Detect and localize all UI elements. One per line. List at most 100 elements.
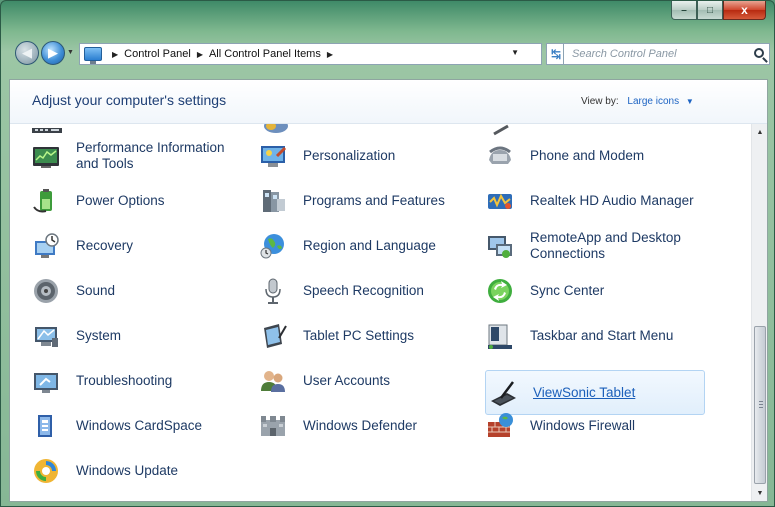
programs-icon bbox=[259, 187, 287, 215]
item-label[interactable]: Sound bbox=[76, 283, 115, 299]
view-by-label: View by: bbox=[581, 96, 619, 107]
taskbar-icon bbox=[486, 322, 514, 350]
address-dropdown-icon[interactable]: ▼ bbox=[511, 48, 519, 57]
item-label[interactable]: Realtek HD Audio Manager bbox=[530, 193, 694, 209]
item-label[interactable]: Troubleshooting bbox=[76, 373, 172, 389]
item-phone-and-modem[interactable]: Phone and Modem bbox=[468, 136, 708, 176]
breadcrumb-separator-icon[interactable]: ▶ bbox=[112, 50, 118, 59]
search-placeholder: Search Control Panel bbox=[572, 48, 677, 60]
item-windows-update[interactable]: Windows Update bbox=[14, 451, 244, 491]
caption-buttons: – □ x bbox=[671, 1, 766, 20]
item-label[interactable]: RemoteApp and Desktop Connections bbox=[530, 230, 708, 262]
troubleshooting-icon bbox=[32, 367, 60, 395]
item-label[interactable]: Phone and Modem bbox=[530, 148, 644, 164]
defender-icon bbox=[259, 412, 287, 440]
item-programs-and-features[interactable]: Programs and Features bbox=[241, 181, 471, 221]
window-frame: – □ x ◀ ▶ ▼ ▶ Control Panel ▶ All Contro… bbox=[0, 0, 775, 507]
scroll-up-arrow-icon[interactable]: ▲ bbox=[752, 124, 768, 140]
forward-button[interactable]: ▶ bbox=[41, 41, 65, 65]
view-by-dropdown[interactable]: Large icons bbox=[627, 96, 679, 107]
item-system[interactable]: System bbox=[14, 316, 244, 356]
search-input[interactable]: Search Control Panel bbox=[563, 43, 770, 65]
item-windows-cardspace[interactable]: Windows CardSpace bbox=[14, 406, 244, 446]
item-user-accounts[interactable]: User Accounts bbox=[241, 361, 471, 401]
remoteapp-icon bbox=[486, 232, 514, 260]
control-panel-icon bbox=[84, 47, 102, 64]
item-label[interactable]: Taskbar and Start Menu bbox=[530, 328, 673, 344]
item-sound[interactable]: Sound bbox=[14, 271, 244, 311]
sync-icon bbox=[486, 277, 514, 305]
item-personalization[interactable]: Personalization bbox=[241, 136, 471, 176]
view-by: View by: Large icons ▼ bbox=[581, 96, 694, 107]
item-windows-defender[interactable]: Windows Defender bbox=[241, 406, 471, 446]
item-remoteapp-and-desktop-connections[interactable]: RemoteApp and Desktop Connections bbox=[468, 226, 708, 266]
item-tablet-pc-settings[interactable]: Tablet PC Settings bbox=[241, 316, 471, 356]
minimize-button[interactable]: – bbox=[671, 1, 697, 20]
item-label[interactable]: Tablet PC Settings bbox=[303, 328, 414, 344]
item-label[interactable]: Windows Firewall bbox=[530, 418, 635, 434]
item-label[interactable]: Power Options bbox=[76, 193, 165, 209]
microphone-icon bbox=[259, 277, 287, 305]
item-label[interactable]: Recovery bbox=[76, 238, 133, 254]
breadcrumb-all-items[interactable]: All Control Panel Items bbox=[209, 48, 321, 60]
close-button[interactable]: x bbox=[723, 1, 766, 20]
users-icon bbox=[259, 367, 287, 395]
address-bar[interactable]: ▶ Control Panel ▶ All Control Panel Item… bbox=[79, 43, 542, 65]
item-taskbar-and-start-menu[interactable]: Taskbar and Start Menu bbox=[468, 316, 708, 356]
speaker-icon bbox=[32, 277, 60, 305]
item-label[interactable]: ViewSonic Tablet bbox=[533, 385, 635, 401]
item-label[interactable]: Windows Defender bbox=[303, 418, 417, 434]
back-arrow-icon: ◀ bbox=[22, 45, 32, 60]
partial-item-icon bbox=[488, 124, 518, 136]
phone-icon bbox=[486, 142, 514, 170]
content-pane: Adjust your computer's settings View by:… bbox=[9, 79, 768, 502]
pen-tablet-icon bbox=[489, 379, 517, 407]
page-title: Adjust your computer's settings bbox=[32, 92, 227, 108]
firewall-icon bbox=[486, 412, 514, 440]
item-label[interactable]: Windows CardSpace bbox=[76, 418, 202, 434]
search-icon[interactable] bbox=[754, 48, 764, 58]
thumb-grip-icon bbox=[759, 401, 763, 402]
back-button[interactable]: ◀ bbox=[15, 41, 39, 65]
item-label[interactable]: Performance Information and Tools bbox=[76, 140, 244, 172]
item-recovery[interactable]: Recovery bbox=[14, 226, 244, 266]
maximize-button[interactable]: □ bbox=[697, 1, 723, 20]
forward-arrow-icon: ▶ bbox=[48, 45, 58, 60]
chevron-down-icon[interactable]: ▼ bbox=[686, 97, 694, 106]
update-icon bbox=[32, 457, 60, 485]
content-header: Adjust your computer's settings View by:… bbox=[10, 80, 767, 124]
item-label[interactable]: Programs and Features bbox=[303, 193, 445, 209]
breadcrumb-control-panel[interactable]: Control Panel bbox=[124, 48, 191, 60]
item-realtek-hd-audio-manager[interactable]: Realtek HD Audio Manager bbox=[468, 181, 708, 221]
globe-icon bbox=[259, 232, 287, 260]
item-label[interactable]: User Accounts bbox=[303, 373, 390, 389]
scrollbar-thumb[interactable] bbox=[754, 326, 766, 484]
item-label[interactable]: System bbox=[76, 328, 121, 344]
control-panel-items: Performance Information and Tools Person… bbox=[10, 124, 753, 501]
performance-icon bbox=[32, 142, 60, 170]
recent-pages-dropdown-icon[interactable]: ▼ bbox=[67, 49, 74, 56]
scroll-down-arrow-icon[interactable]: ▼ bbox=[752, 485, 768, 501]
breadcrumb-separator-icon[interactable]: ▶ bbox=[327, 50, 333, 59]
breadcrumb-separator-icon[interactable]: ▶ bbox=[197, 50, 203, 59]
item-speech-recognition[interactable]: Speech Recognition bbox=[241, 271, 471, 311]
item-label[interactable]: Sync Center bbox=[530, 283, 604, 299]
item-troubleshooting[interactable]: Troubleshooting bbox=[14, 361, 244, 401]
item-power-options[interactable]: Power Options bbox=[14, 181, 244, 221]
item-label[interactable]: Personalization bbox=[303, 148, 395, 164]
cardspace-icon bbox=[32, 412, 60, 440]
vertical-scrollbar[interactable]: ▲ ▼ bbox=[751, 124, 767, 501]
item-sync-center[interactable]: Sync Center bbox=[468, 271, 708, 311]
recovery-icon bbox=[32, 232, 60, 260]
item-performance-information-and-tools[interactable]: Performance Information and Tools bbox=[14, 136, 244, 176]
system-icon bbox=[32, 322, 60, 350]
item-label[interactable]: Region and Language bbox=[303, 238, 436, 254]
item-label[interactable]: Windows Update bbox=[76, 463, 178, 479]
item-windows-firewall[interactable]: Windows Firewall bbox=[468, 406, 708, 446]
tablet-icon bbox=[259, 322, 287, 350]
partial-item-icon bbox=[32, 124, 62, 136]
item-label[interactable]: Speech Recognition bbox=[303, 283, 424, 299]
refresh-icon: ↹ bbox=[550, 47, 562, 61]
item-region-and-language[interactable]: Region and Language bbox=[241, 226, 471, 266]
personalization-icon bbox=[259, 142, 287, 170]
